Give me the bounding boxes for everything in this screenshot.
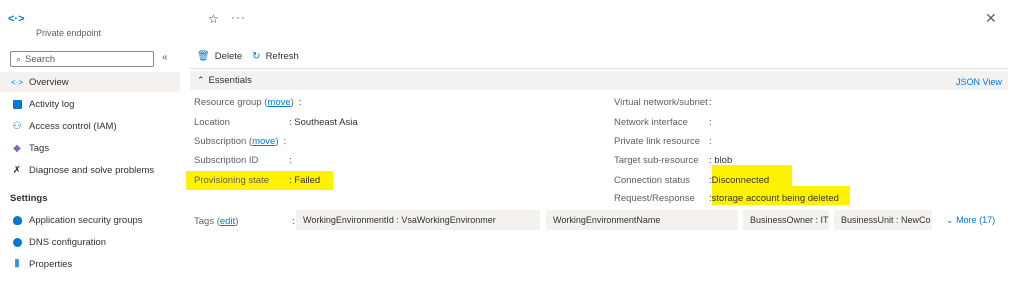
settings-heading: Settings (10, 193, 48, 204)
more-tags-button[interactable]: ⌄ More (17) (946, 215, 995, 226)
tag-chip[interactable]: WorkingEnvironmentId : VsaWorkingEnviron… (296, 210, 540, 230)
sidebar-item-label: Overview (29, 76, 69, 88)
sidebar-item-label: Tags (29, 142, 50, 154)
essentials-title: Essentials (208, 75, 252, 86)
connection-status-value: Disconnected (711, 175, 770, 186)
trash-icon: 🗑 (197, 51, 210, 62)
private-endpoint-icon: <·> (8, 13, 25, 25)
sidebar-item-label: Access control (IAM) (29, 120, 117, 132)
more-tags-label: More (17) (956, 215, 996, 225)
subscription-row: Subscription (move) : (194, 136, 287, 147)
activity-log-icon (10, 99, 24, 109)
essentials-toggle[interactable]: ⌃ Essentials (190, 71, 1008, 90)
move-subscription-link[interactable]: move (252, 136, 275, 147)
target-sub-resource-value: blob (714, 155, 733, 166)
sidebar-item-tags[interactable]: ◆ Tags (0, 138, 180, 158)
tags-label: Tags (edit) (194, 216, 239, 227)
chevron-down-icon: ⌄ (946, 215, 954, 225)
search-icon: ⌕ (16, 53, 22, 64)
tags-separator: : (292, 216, 295, 227)
subscription-id-row: Subscription ID : (194, 155, 292, 166)
provisioning-state-value: Failed (294, 175, 321, 186)
provisioning-state-row: Provisioning state : Failed (194, 175, 321, 186)
delete-label: Delete (214, 51, 243, 62)
target-sub-resource-row: Target sub-resource : blob (614, 155, 733, 166)
location-row: Location : Southeast Asia (194, 117, 358, 128)
field-label: Resource group (194, 97, 262, 108)
more-options-icon[interactable]: ··· (231, 10, 246, 24)
field-label: Network interface (614, 117, 688, 128)
sidebar-item-label: Application security groups (29, 214, 143, 226)
sidebar-item-access-control[interactable]: ⚇ Access control (IAM) (0, 116, 180, 136)
edit-tags-link[interactable]: edit (220, 216, 235, 227)
field-label: Provisioning state (194, 175, 269, 186)
sidebar-item-application-security-groups[interactable]: Application security groups (0, 210, 180, 230)
field-label: Target sub-resource (614, 155, 699, 166)
tags-label-text: Tags (194, 216, 215, 227)
tag-chip[interactable]: WorkingEnvironmentName (546, 210, 738, 230)
resource-group-row: Resource group (move) : (194, 97, 302, 108)
wrench-icon: ✗ (12, 164, 22, 176)
request-response-row: Request/Response : storage account being… (614, 193, 839, 204)
refresh-button[interactable]: ↻ Refresh (252, 51, 299, 62)
move-resource-group-link[interactable]: move (267, 97, 290, 108)
field-label: Virtual network/subnet (614, 97, 708, 108)
iam-icon: ⚇ (12, 120, 22, 132)
tag-chip[interactable]: BusinessUnit : NewCo (834, 210, 932, 230)
field-label: Private link resource (614, 136, 701, 147)
sidebar-item-diagnose[interactable]: ✗ Diagnose and solve problems (0, 160, 180, 180)
location-value: Southeast Asia (294, 117, 358, 128)
sidebar-item-label: DNS configuration (29, 236, 107, 248)
sidebar-item-label: Activity log (29, 98, 75, 110)
chevron-up-icon: ⌃ (197, 75, 205, 85)
request-response-value: storage account being deleted (711, 193, 839, 204)
dns-icon (10, 237, 24, 247)
sidebar-item-label: Diagnose and solve problems (29, 164, 155, 176)
shield-icon (10, 215, 24, 225)
virtual-network-row: Virtual network/subnet : (614, 97, 712, 108)
field-label: Subscription ID (194, 155, 259, 166)
sidebar-item-activity-log[interactable]: Activity log (0, 94, 180, 114)
sidebar-item-label: Properties (29, 258, 73, 270)
json-view-link[interactable]: JSON View (956, 77, 1002, 87)
toolbar-divider (190, 68, 1008, 69)
tag-icon: ◆ (13, 142, 21, 154)
field-label: Connection status (614, 175, 691, 186)
refresh-label: Refresh (265, 51, 299, 62)
close-icon[interactable]: ✕ (985, 10, 997, 27)
resource-type-subtitle: Private endpoint (36, 28, 102, 38)
tag-chip[interactable]: BusinessOwner : IT (743, 210, 829, 230)
search-placeholder: Search (25, 53, 56, 65)
network-interface-row: Network interface : (614, 117, 712, 128)
private-link-resource-row: Private link resource : (614, 136, 712, 147)
field-label: Subscription (194, 136, 247, 147)
sidebar-item-overview[interactable]: <·> Overview (0, 72, 180, 92)
sidebar-item-properties[interactable]: ⫴ Properties (0, 254, 180, 274)
collapse-sidebar-icon[interactable]: « (162, 52, 168, 63)
refresh-icon: ↻ (252, 51, 261, 62)
sidebar-item-dns-configuration[interactable]: DNS configuration (0, 232, 180, 252)
delete-button[interactable]: 🗑 Delete (197, 51, 242, 62)
favorite-star-icon[interactable]: ☆ (208, 12, 219, 26)
properties-icon: ⫴ (14, 258, 20, 270)
field-label: Location (194, 117, 230, 128)
overview-icon: <·> (10, 77, 23, 87)
search-input[interactable]: ⌕ Search (10, 51, 154, 67)
connection-status-row: Connection status : Disconnected (614, 175, 770, 186)
command-bar: 🗑 Delete ↻ Refresh (197, 51, 309, 62)
field-label: Request/Response (614, 193, 695, 204)
